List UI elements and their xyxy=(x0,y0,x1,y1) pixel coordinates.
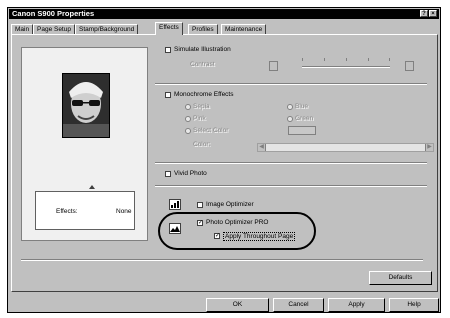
slider-tick xyxy=(302,58,303,61)
effects-summary-box: Effects: None xyxy=(35,191,135,230)
green-label: Green xyxy=(295,115,314,122)
monochrome-effects-label: Monochrome Effects xyxy=(174,91,234,98)
slider-tick xyxy=(324,58,325,61)
sepia-label: Sepia xyxy=(193,103,210,110)
color-label: Color: xyxy=(193,141,211,148)
title-bar: Canon S900 Properties ? × xyxy=(9,9,439,19)
separator xyxy=(155,162,427,164)
apply-button[interactable]: Apply xyxy=(328,298,385,312)
highlight-oval xyxy=(158,212,316,250)
separator xyxy=(21,259,423,261)
color-scrollbar[interactable]: ◀ ▶ xyxy=(257,143,434,152)
window-title: Canon S900 Properties xyxy=(12,9,95,18)
preview-photo xyxy=(62,73,110,138)
simulate-illustration-checkbox[interactable] xyxy=(165,47,171,53)
vivid-photo-label: Vivid Photo xyxy=(174,170,207,177)
green-radio[interactable] xyxy=(287,116,293,122)
defaults-button[interactable]: Defaults xyxy=(369,271,432,285)
tab-effects[interactable]: Effects xyxy=(155,22,183,35)
pink-label: Pink xyxy=(193,115,206,122)
color-swatch[interactable] xyxy=(288,126,316,135)
child-portrait-image xyxy=(63,74,109,137)
monochrome-effects-checkbox[interactable] xyxy=(165,92,171,98)
pink-radio[interactable] xyxy=(185,116,191,122)
slider-tick xyxy=(368,58,369,61)
low-contrast-icon xyxy=(269,61,278,71)
blue-radio[interactable] xyxy=(287,104,293,110)
select-color-radio[interactable] xyxy=(185,128,191,134)
separator xyxy=(155,83,427,85)
contrast-label: Contrast xyxy=(190,61,215,68)
tab-stamp-background[interactable]: Stamp/Background xyxy=(75,24,139,34)
vivid-photo-checkbox[interactable] xyxy=(165,171,171,177)
scroll-right-icon[interactable]: ▶ xyxy=(425,144,433,151)
separator xyxy=(155,185,427,187)
scroll-left-icon[interactable]: ◀ xyxy=(258,144,266,151)
high-contrast-icon xyxy=(405,61,414,71)
cancel-button[interactable]: Cancel xyxy=(273,298,324,312)
tab-maintenance[interactable]: Maintenance xyxy=(221,24,267,34)
tab-profiles[interactable]: Profiles xyxy=(188,24,218,34)
select-color-label: Select Color xyxy=(193,127,229,134)
slider-tick xyxy=(389,58,390,61)
image-optimizer-icon xyxy=(169,199,181,210)
ok-button[interactable]: OK xyxy=(206,298,269,312)
tab-page-setup[interactable]: Page Setup xyxy=(33,24,75,34)
slider-tick xyxy=(346,58,347,61)
sepia-radio[interactable] xyxy=(185,104,191,110)
simulate-illustration-label: Simulate Illustration xyxy=(174,46,231,53)
tab-main[interactable]: Main xyxy=(11,24,34,34)
image-optimizer-label: Image Optimizer xyxy=(206,201,254,208)
close-button[interactable]: × xyxy=(429,10,437,17)
contrast-slider-track[interactable] xyxy=(302,66,390,68)
help-title-button[interactable]: ? xyxy=(420,10,428,17)
blue-label: Blue xyxy=(295,103,309,110)
pointer-icon xyxy=(89,185,95,189)
effects-value: None xyxy=(116,208,132,215)
effects-label: Effects: xyxy=(56,208,78,215)
image-optimizer-checkbox[interactable] xyxy=(197,202,203,208)
help-button[interactable]: Help xyxy=(389,298,439,312)
